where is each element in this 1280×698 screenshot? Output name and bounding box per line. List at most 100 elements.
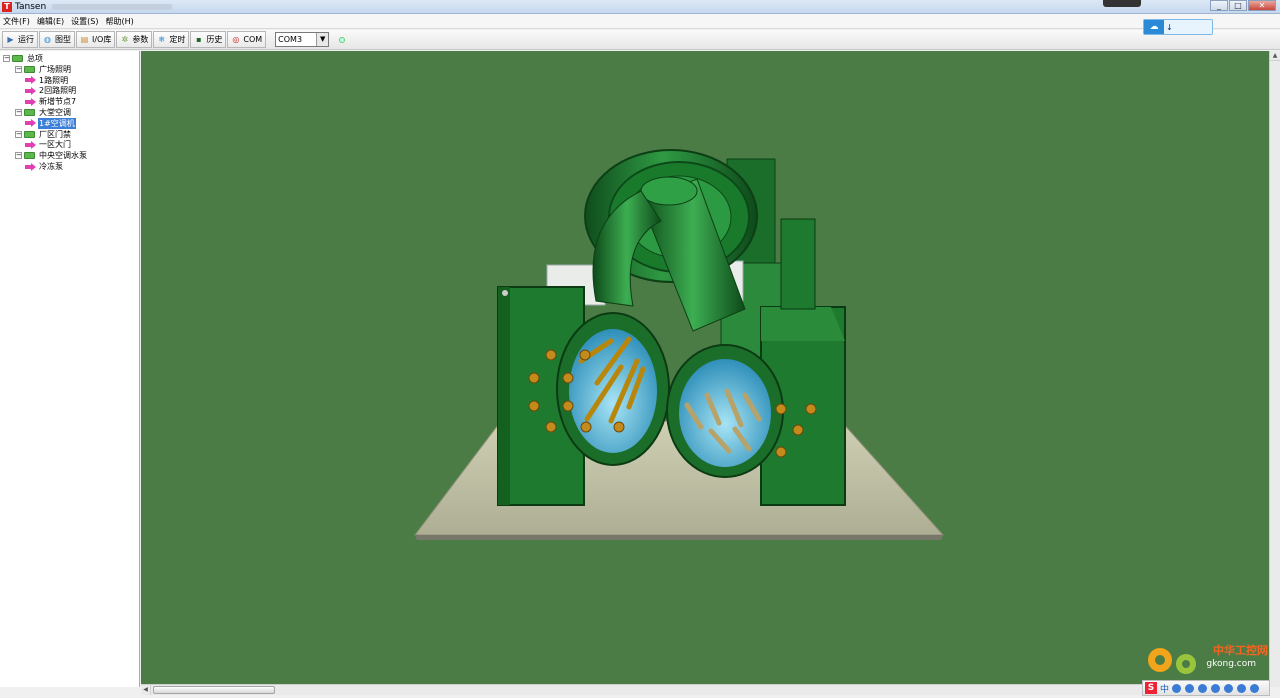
project-tree: − 总项 − 广场照明 1路照明 2回路照明 新增节点7− 大堂空调 1#空调机 − 厂区门禁 一区大… bbox=[0, 51, 140, 687]
microphone-icon[interactable] bbox=[1198, 683, 1208, 693]
expander-icon[interactable]: − bbox=[15, 130, 22, 138]
sogou-icon[interactable]: S bbox=[1145, 682, 1157, 694]
tree-item-label: 1路照明 bbox=[39, 75, 69, 85]
scroll-thumb[interactable] bbox=[153, 686, 275, 694]
tree-item[interactable]: − 中央空调水泵 bbox=[15, 150, 88, 161]
arrow-right-icon bbox=[25, 76, 36, 85]
menu-item-0[interactable]: 文件(F) bbox=[3, 16, 30, 27]
menu-item-1[interactable]: 编辑(E) bbox=[37, 16, 64, 27]
snowflake-icon: ❄ bbox=[158, 35, 166, 44]
toolbar-button-label: 参数 bbox=[132, 35, 149, 44]
cloud-widget[interactable]: ☁ ↓ bbox=[1143, 19, 1213, 35]
tree-item-label: 中央空调水泵 bbox=[39, 151, 87, 161]
globe-icon: ◍ bbox=[44, 35, 51, 44]
expander-icon[interactable]: − bbox=[3, 55, 10, 62]
folder-icon bbox=[24, 65, 35, 73]
toolbar-button-0[interactable]: ▶ 运行 bbox=[2, 31, 38, 48]
title-bar: T Tansen bbox=[0, 0, 1280, 14]
toolbar: ▶ 运行 ◍ 图型 ▤ I/O库 ✲ 参数 ❄ 定时 ▪ 历史 ◎ COM COM3 ▼ bbox=[0, 30, 1280, 50]
tray-widget[interactable] bbox=[1103, 0, 1141, 7]
menu-item-2[interactable]: 设置(S) bbox=[71, 16, 98, 27]
cloud-icon: ☁ bbox=[1144, 20, 1164, 34]
menu-bar: 文件(F) 编辑(E) 设置(S) 帮助(H) bbox=[0, 14, 1280, 29]
ime-language[interactable]: 中 bbox=[1160, 682, 1169, 695]
arrow-right-icon bbox=[25, 140, 36, 149]
chevron-down-icon[interactable]: ▼ bbox=[316, 33, 329, 46]
arrow-right-icon bbox=[25, 119, 36, 128]
watermark-logo: 中华工控网 gkong.com bbox=[1142, 628, 1268, 678]
emoji-icon[interactable] bbox=[1185, 683, 1195, 693]
scroll-left-button[interactable]: ◀ bbox=[141, 685, 151, 695]
run-icon: ▶ bbox=[7, 35, 14, 44]
tree-item-label: 总项 bbox=[27, 54, 43, 63]
scroll-up-button[interactable]: ▲ bbox=[1270, 51, 1280, 61]
gear-logo-icon bbox=[1148, 648, 1196, 674]
toolbar-button-label: I/O库 bbox=[92, 35, 112, 44]
toolbar-button-label: 定时 bbox=[169, 35, 186, 44]
tree-item[interactable]: 1#空调机 bbox=[25, 117, 76, 129]
minimize-button[interactable]: _ bbox=[1210, 0, 1228, 11]
history-icon: ▪ bbox=[196, 35, 202, 44]
tree-item-label: 2回路照明 bbox=[39, 86, 77, 96]
toolbar-button-4[interactable]: ❄ 定时 bbox=[153, 31, 190, 48]
toolbar-button-label: 图型 bbox=[55, 35, 71, 44]
chiller-graphic[interactable] bbox=[141, 51, 1269, 684]
watermark-site: 中华工控网 bbox=[1213, 644, 1268, 657]
horizontal-scrollbar[interactable]: ◀ bbox=[141, 684, 1269, 695]
gear-icon: ✲ bbox=[121, 35, 129, 44]
arrow-right-icon bbox=[25, 162, 36, 171]
arrow-right-icon bbox=[25, 86, 36, 95]
app-icon: T bbox=[2, 1, 12, 12]
window-controls: _ □ ✕ bbox=[1209, 0, 1276, 11]
watermark-url: gkong.com bbox=[1206, 659, 1256, 669]
toolbar-button-5[interactable]: ▪ 历史 bbox=[190, 31, 227, 48]
tree-item[interactable]: 1路照明 bbox=[25, 75, 69, 86]
toolbar-button-label: COM bbox=[243, 35, 263, 44]
expander-icon[interactable]: − bbox=[15, 109, 22, 116]
toolbar-button-2[interactable]: ▤ I/O库 bbox=[76, 31, 116, 48]
maximize-button[interactable]: □ bbox=[1229, 0, 1247, 11]
com-port-select[interactable]: COM3 ▼ bbox=[275, 32, 330, 47]
toolbar-button-3[interactable]: ✲ 参数 bbox=[116, 31, 153, 48]
skin-icon[interactable] bbox=[1237, 683, 1247, 693]
tree-item-label: 冷冻泵 bbox=[39, 162, 63, 171]
arrow-right-icon bbox=[25, 97, 36, 106]
ime-toolbar[interactable]: S 中 bbox=[1142, 680, 1270, 696]
tools-icon[interactable] bbox=[1250, 683, 1260, 693]
close-button[interactable]: ✕ bbox=[1248, 0, 1276, 11]
tree-item[interactable]: 2回路照明 bbox=[25, 85, 77, 96]
tree-item[interactable]: − 大堂空调 bbox=[15, 107, 72, 118]
tree-item[interactable]: 冷冻泵 bbox=[25, 161, 64, 172]
tree-item-label: 新增节点7 bbox=[39, 97, 77, 107]
book-icon: ▤ bbox=[80, 35, 89, 44]
expander-icon[interactable]: − bbox=[15, 65, 22, 73]
punctuation-icon[interactable] bbox=[1172, 683, 1182, 693]
folder-icon bbox=[24, 130, 35, 138]
expander-icon[interactable]: − bbox=[15, 152, 22, 160]
com-icon: ◎ bbox=[232, 35, 240, 44]
title-path-blur bbox=[52, 3, 173, 10]
toolbar-button-label: 运行 bbox=[18, 35, 34, 44]
graphic-canvas[interactable] bbox=[141, 51, 1269, 684]
toolbar-button-label: 历史 bbox=[206, 35, 223, 44]
tree-item[interactable]: − 广场照明 bbox=[15, 64, 72, 75]
tree-item[interactable]: − 总项 bbox=[3, 53, 44, 64]
tree-item-label: 一区大门 bbox=[39, 140, 71, 150]
tree-item[interactable]: 一区大门 bbox=[25, 139, 72, 150]
keyboard-icon[interactable] bbox=[1211, 683, 1221, 693]
folder-icon bbox=[24, 109, 35, 116]
toolbar-button-6[interactable]: ◎ COM bbox=[227, 31, 267, 48]
tree-item[interactable]: − 厂区门禁 bbox=[15, 129, 72, 140]
folder-icon bbox=[24, 152, 35, 160]
window-title: Tansen bbox=[15, 1, 47, 12]
tree-item-label: 1#空调机 bbox=[38, 117, 76, 129]
user-icon[interactable] bbox=[1224, 683, 1234, 693]
cloud-value: ↓ bbox=[1166, 22, 1173, 32]
folder-icon bbox=[12, 55, 23, 62]
tree-item[interactable]: 新增节点7 bbox=[25, 96, 77, 107]
vertical-scrollbar[interactable]: ▲ bbox=[1269, 51, 1280, 687]
connection-status-icon bbox=[339, 36, 346, 43]
toolbar-button-1[interactable]: ◍ 图型 bbox=[39, 31, 75, 48]
menu-item-3[interactable]: 帮助(H) bbox=[105, 16, 133, 27]
tree-item-label: 厂区门禁 bbox=[39, 129, 71, 139]
